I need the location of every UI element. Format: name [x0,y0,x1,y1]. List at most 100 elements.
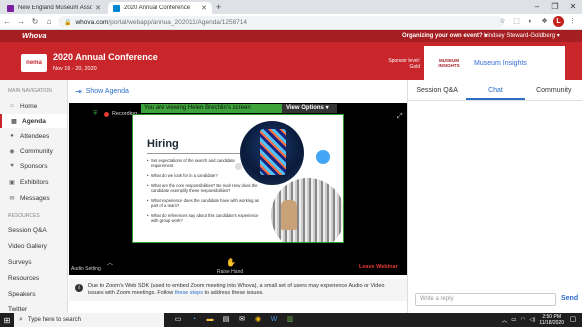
volume-icon[interactable]: ◁) [529,317,535,323]
tab-chat[interactable]: Chat [466,80,525,100]
zoom-notice: i Due to Zoom's Web SDK (used to embed Z… [69,279,407,301]
app-icon[interactable]: ▥ [284,314,296,326]
new-tab-button[interactable]: + [216,2,221,12]
sidebar-item-surveys[interactable]: Surveys [0,255,67,269]
sidebar-item-messages[interactable]: ✉ Messages [0,191,67,205]
window-controls: – ❐ ✕ [528,0,582,14]
gallery-photo [271,178,343,242]
whova-top-bar: Whova Organizing your own event? ▾ Linds… [0,30,582,42]
reply-input[interactable]: Write a reply [415,293,556,306]
taskbar-clock[interactable]: 2:50 PM 11/18/2020 [539,314,564,326]
taskbar-search[interactable]: ⌕ Type here to search [14,313,164,327]
leave-webinar-button[interactable]: Leave Webinar [359,264,398,270]
url-path: /portal/webapp/annua_202011/Agenda/12587… [108,18,248,26]
sponsor-level: Sponsor level: Gold [388,58,420,70]
whova-logo[interactable]: Whova [22,31,47,40]
screen-share-message: You are viewing Helen Brechlin's screen [141,104,282,113]
slide-bullet: What do we look for in a candidate? [147,173,259,178]
left-sidebar: MAIN NAVIGATION ⌂ Home ▦ Agenda ● Attend… [0,80,68,313]
info-icon: i [75,284,83,292]
star-icon[interactable]: ☆ [497,16,508,27]
file-explorer-icon[interactable]: ▬ [204,314,216,326]
notice-link[interactable]: these steps [175,290,203,296]
browser-tab-bar: New England Museum Associati ✕ 2020 Annu… [0,0,582,14]
nema-favicon-icon [7,4,14,12]
sidebar-item-exhibitors[interactable]: ▣ Exhibitors [0,175,67,189]
sidebar-item-label: Sponsors [20,162,48,170]
taskbar-apps: ▭ ◔ ▬ ▤ ✉ ◉ W ▥ [172,314,296,326]
url-host: whova.com [75,18,109,26]
heart-icon: ♥ [10,163,14,169]
sponsor-card[interactable]: MUSEUM INSIGHTS Museum Insights [424,46,565,80]
sidebar-item-attendees[interactable]: ● Attendees [0,129,67,143]
tab-community[interactable]: Community [525,80,582,100]
edge-icon[interactable]: ◔ [188,314,200,326]
tab-session-qa[interactable]: Session Q&A [408,80,466,100]
view-options-button[interactable]: View Options ▾ [282,104,337,113]
audio-setting-button[interactable]: Audio Setting [71,266,101,272]
right-panel-tabs: Session Q&A Chat Community [408,80,582,101]
mail-icon[interactable]: ✉ [236,314,248,326]
sidebar-item-video-gallery[interactable]: Video Gallery [0,239,67,253]
close-tab-icon[interactable]: ✕ [95,4,101,12]
show-agenda-link[interactable]: ⇥ Show Agenda [75,87,129,96]
extension-icon[interactable]: ⬚ [511,16,522,27]
back-icon[interactable]: ← [0,17,14,26]
search-icon: ⌕ [19,316,23,323]
raise-hand-button[interactable]: Raise Hand [217,269,243,275]
chrome-icon[interactable]: ◉ [252,314,264,326]
extension-icon[interactable]: ❖ [539,16,550,27]
organizing-event-dropdown[interactable]: Organizing your own event? ▾ [402,32,487,39]
event-dates: Nov 16 - 20, 2020 [53,66,97,72]
event-title: 2020 Annual Conference [53,52,158,62]
sidebar-item-speakers[interactable]: Speakers [0,287,67,301]
url-field[interactable]: 🔒 whova.com /portal/webapp/annua_202011/… [58,16,504,28]
menu-icon[interactable]: ⋮ [567,16,578,27]
close-window-button[interactable]: ✕ [564,0,582,14]
browser-tab-conference[interactable]: 2020 Annual Conference ✕ [108,2,212,14]
close-tab-icon[interactable]: ✕ [201,4,207,12]
decorative-dot [316,150,330,164]
wifi-icon[interactable]: ◠ [520,317,525,323]
screen-share-bar: You are viewing Helen Brechlin's screen … [141,104,337,113]
browser-tab-nema[interactable]: New England Museum Associati ✕ [2,2,106,14]
slide-bullet: What are the core responsibilities? Be r… [147,183,259,193]
sidebar-item-community[interactable]: ◉ Community [0,144,67,158]
sponsor-name[interactable]: Museum Insights [474,60,527,67]
chevron-up-icon[interactable]: ︿ [107,258,113,267]
expand-panel-icon: ⇥ [75,87,82,96]
person-icon: ● [10,133,14,139]
taskbar-search-placeholder: Type here to search [27,317,81,323]
sidebar-item-sponsors[interactable]: ♥ Sponsors [0,159,67,173]
sidebar-item-session-qa[interactable]: Session Q&A [0,223,67,237]
calendar-icon: ▦ [11,118,17,125]
sidebar-item-agenda[interactable]: ▦ Agenda [0,114,67,128]
minimize-button[interactable]: – [528,0,546,14]
profile-avatar[interactable]: L [553,16,564,27]
sidebar-item-label: Home [20,102,38,110]
show-agenda-label: Show Agenda [85,88,129,95]
sidebar-item-resources[interactable]: Resources [0,271,67,285]
tray-chevron-icon[interactable]: ︿ [502,316,508,324]
slide-bullet: What do references say about this candid… [147,213,259,223]
raise-hand-icon[interactable]: ✋ [226,258,236,267]
sidebar-item-label: Agenda [22,117,46,125]
task-view-icon[interactable]: ▭ [172,314,184,326]
word-icon[interactable]: W [268,314,280,326]
forward-icon[interactable]: → [14,17,28,26]
extension-icon[interactable]: ◐ [525,16,536,27]
sidebar-item-home[interactable]: ⌂ Home [0,99,67,113]
user-menu[interactable]: Lindsey Steward-Goldberg ▾ [484,32,560,39]
windows-start-icon[interactable]: ⊞ [0,316,14,325]
notice-text: Due to Zoom's Web SDK (used to embed Zoo… [88,283,385,296]
fullscreen-icon[interactable]: ⤢ [397,113,403,121]
send-button[interactable]: Send [561,295,578,302]
notification-icon[interactable]: ▢ [567,314,579,326]
store-icon[interactable]: ▤ [220,314,232,326]
maximize-button[interactable]: ❐ [546,0,564,14]
home-icon[interactable]: ⌂ [42,17,56,26]
battery-icon[interactable]: ▭ [511,317,516,323]
sidebar-item-label: Messages [20,194,50,202]
reload-icon[interactable]: ↻ [28,17,42,26]
booth-icon: ▣ [9,179,15,186]
